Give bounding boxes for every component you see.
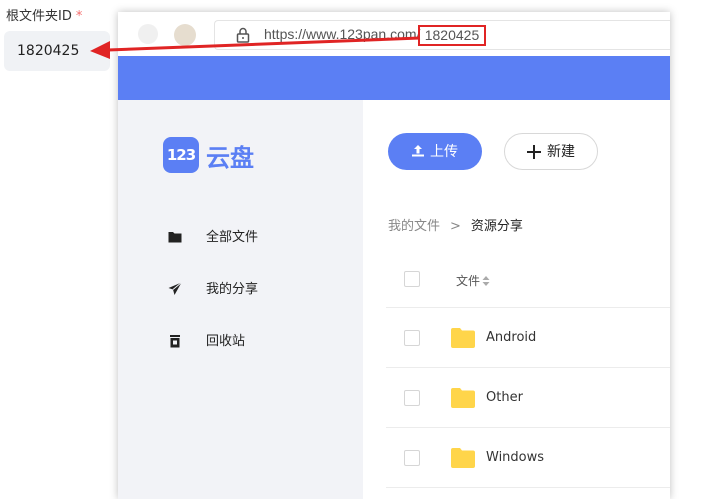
breadcrumb-current: 资源分享 <box>470 219 523 234</box>
folder-icon <box>451 388 475 408</box>
url-prefix-text: https://www.123pan.com/ <box>264 26 421 42</box>
breadcrumb-separator: > <box>450 219 461 234</box>
avatar[interactable] <box>174 24 196 46</box>
file-name[interactable]: Android <box>486 330 536 345</box>
logo-mark: 123 <box>163 137 199 173</box>
upload-icon <box>412 145 424 157</box>
browser-address-bar: https://www.123pan.com/ 1820425 <box>118 12 670 56</box>
column-header-file[interactable]: 文件 <box>456 272 490 289</box>
sidebar-item-label: 回收站 <box>206 334 246 349</box>
logo-text: 云盘 <box>206 144 254 172</box>
screenshot-window: https://www.123pan.com/ 1820425 123 云盘 全… <box>118 12 670 499</box>
folder-icon <box>168 232 182 243</box>
sidebar-item-recycle-bin[interactable]: 回收站 <box>168 331 348 353</box>
lock-icon <box>236 27 250 43</box>
browser-control-icon[interactable] <box>138 24 158 44</box>
root-folder-id-label-text: 根文件夹ID <box>6 9 72 24</box>
plus-icon <box>527 145 541 159</box>
table-header: 文件 <box>386 248 670 308</box>
sort-icon[interactable] <box>482 276 490 286</box>
folder-icon <box>451 448 475 468</box>
column-header-label: 文件 <box>456 274 481 288</box>
sidebar-item-label: 我的分享 <box>206 282 259 297</box>
upload-button[interactable]: 上传 <box>388 133 482 170</box>
root-folder-id-input[interactable]: 1820425 <box>4 31 110 71</box>
row-checkbox[interactable] <box>404 390 420 406</box>
root-folder-id-label: 根文件夹ID * <box>6 5 82 24</box>
url-folder-id-highlight: 1820425 <box>418 25 486 46</box>
sidebar: 123 云盘 全部文件 我的分享 回收站 <box>118 100 363 499</box>
table-row[interactable]: Other <box>386 368 670 428</box>
trash-icon <box>170 335 180 348</box>
table-row[interactable]: Android <box>386 308 670 368</box>
new-button-label: 新建 <box>547 143 575 159</box>
header-banner <box>118 56 670 100</box>
row-checkbox[interactable] <box>404 330 420 346</box>
select-all-checkbox[interactable] <box>404 271 420 287</box>
paper-plane-icon <box>168 282 182 295</box>
required-mark: * <box>75 9 83 24</box>
new-button[interactable]: 新建 <box>504 133 598 170</box>
breadcrumb: 我的文件 > 资源分享 <box>388 215 523 234</box>
row-checkbox[interactable] <box>404 450 420 466</box>
sidebar-item-all-files[interactable]: 全部文件 <box>168 227 348 249</box>
file-name[interactable]: Windows <box>486 450 544 465</box>
folder-icon <box>451 328 475 348</box>
upload-button-label: 上传 <box>430 143 458 159</box>
table-row[interactable]: Windows <box>386 428 670 488</box>
file-name[interactable]: Other <box>486 390 523 405</box>
sidebar-item-label: 全部文件 <box>206 230 259 245</box>
sidebar-item-my-shares[interactable]: 我的分享 <box>168 279 348 301</box>
breadcrumb-root[interactable]: 我的文件 <box>388 219 440 234</box>
